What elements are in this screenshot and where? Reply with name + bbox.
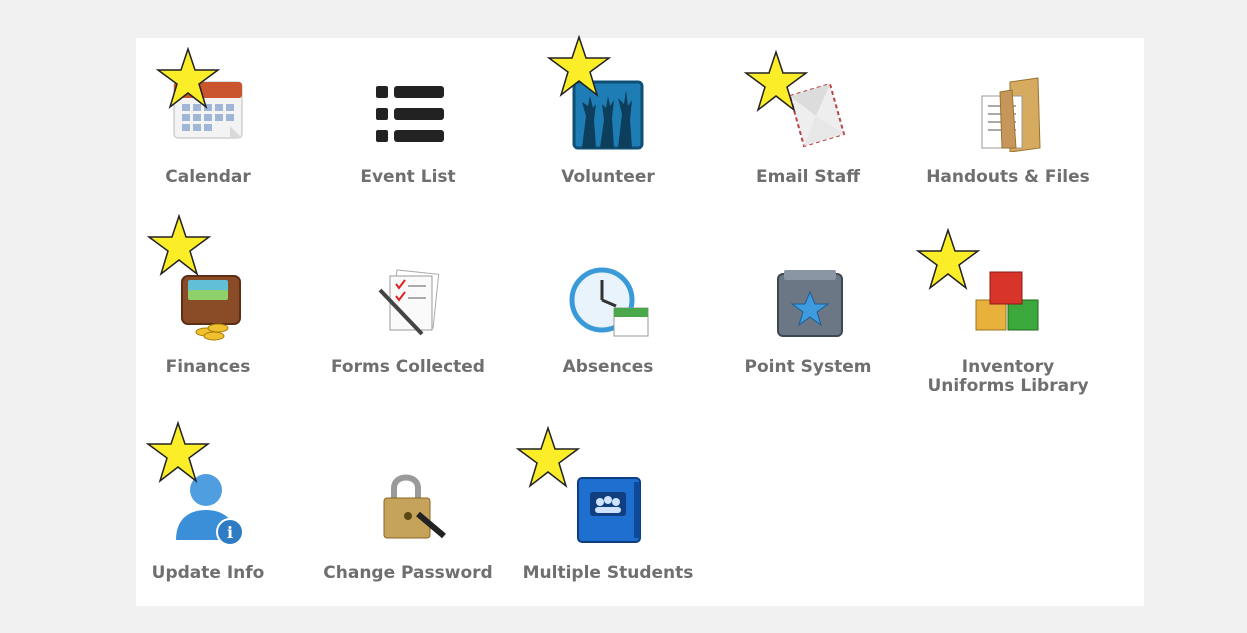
multiple-students-label: Multiple Students [522,563,694,583]
event-list-label: Event List [360,167,456,187]
update-info-tile[interactable]: i Update Info [108,434,308,604]
group-binder-icon [560,452,656,548]
event-list-tile[interactable]: Event List [308,38,508,208]
change-password-label: Change Password [323,563,493,583]
point-system-tile[interactable]: Point System [708,228,908,398]
menu-panel: Calendar Event List Volunteer Email Staf… [136,35,1144,606]
padlock-icon [360,452,456,548]
calendar-icon [160,56,256,152]
wallet-icon [160,246,256,342]
svg-text:i: i [227,523,233,542]
user-info-icon: i [160,452,256,548]
list-icon [360,56,456,152]
change-password-tile[interactable]: Change Password [308,434,508,604]
clock-calendar-icon [560,246,656,342]
star-folder-icon [760,246,856,342]
forms-icon [360,246,456,342]
update-info-label: Update Info [151,563,265,583]
finances-tile[interactable]: Finances [108,228,308,398]
forms-collected-label: Forms Collected [331,357,485,377]
absences-label: Absences [562,357,654,377]
handouts-files-tile[interactable]: Handouts & Files [908,38,1108,208]
email-staff-label: Email Staff [756,167,860,187]
calendar-label: Calendar [165,167,251,187]
volunteer-tile[interactable]: Volunteer [508,38,708,208]
boxes-icon [960,246,1056,342]
uniforms-library-label: Uniforms Library [927,376,1089,396]
inventory-label: Inventory [961,357,1055,377]
envelope-icon [760,56,856,152]
email-staff-tile[interactable]: Email Staff [708,38,908,208]
folder-icon [960,56,1056,152]
raised-hands-icon [560,56,656,152]
calendar-tile[interactable]: Calendar [108,38,308,208]
absences-tile[interactable]: Absences [508,228,708,398]
volunteer-label: Volunteer [561,167,655,187]
multiple-students-tile[interactable]: Multiple Students [508,434,708,604]
handouts-files-label: Handouts & Files [926,167,1090,187]
inventory-tile[interactable]: Inventory Uniforms Library [908,228,1108,398]
finances-label: Finances [165,357,251,377]
forms-collected-tile[interactable]: Forms Collected [308,228,508,398]
point-system-label: Point System [744,357,872,377]
